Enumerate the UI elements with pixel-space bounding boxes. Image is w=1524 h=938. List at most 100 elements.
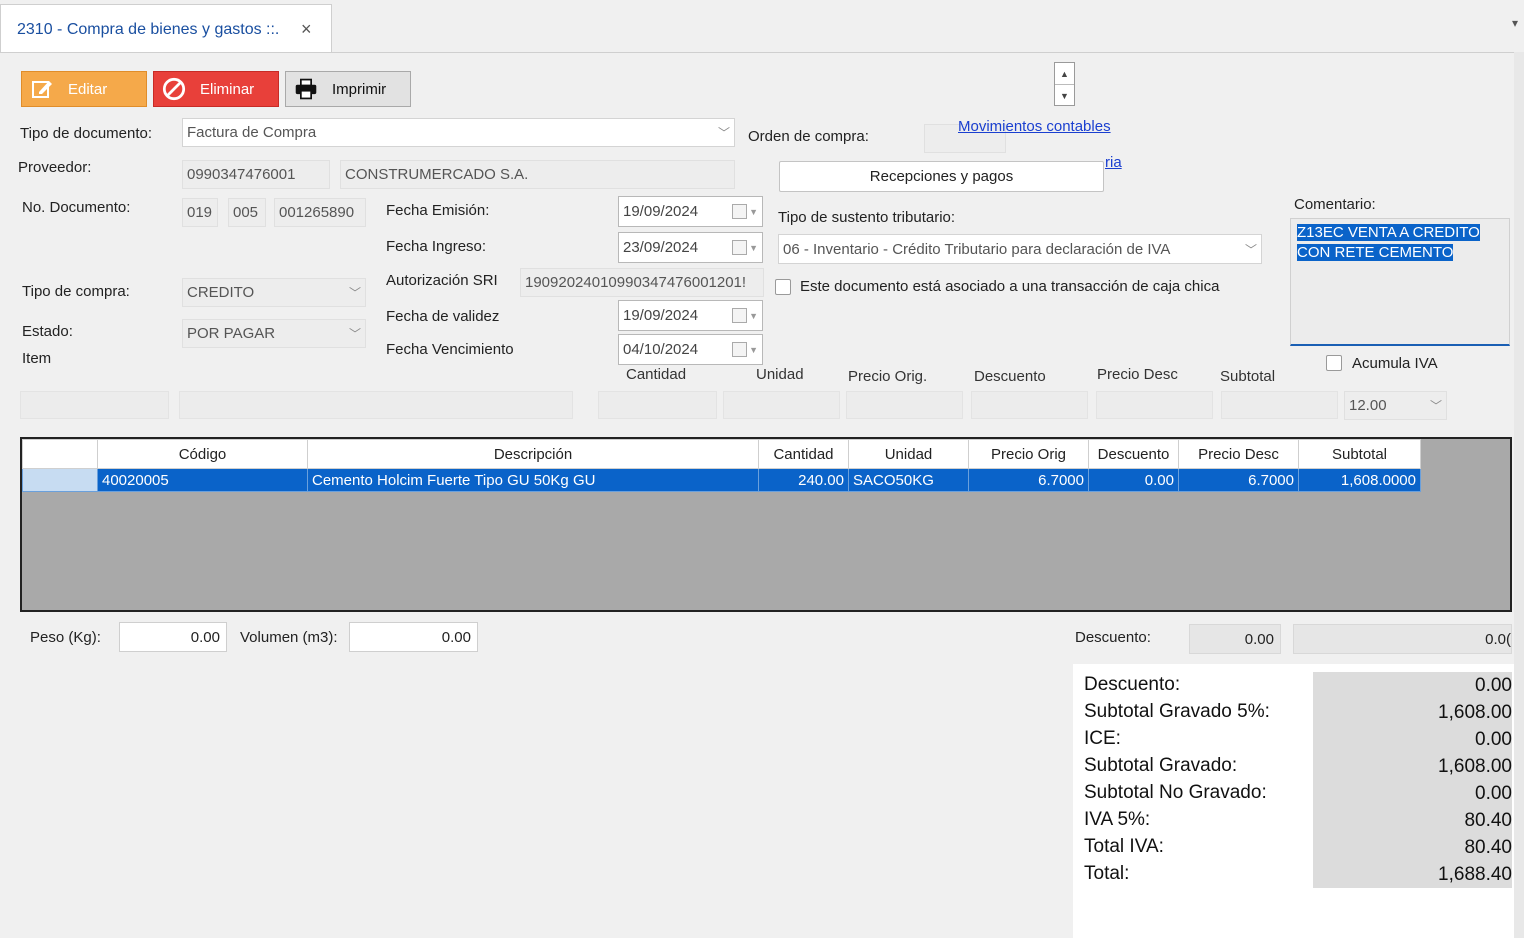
- delete-label: Eliminar: [200, 80, 255, 98]
- chevron-down-icon: ﹀: [348, 286, 361, 300]
- cell-descripcion[interactable]: Cemento Holcim Fuerte Tipo GU 50Kg GU: [307, 468, 759, 492]
- tab-compra[interactable]: 2310 - Compra de bienes y gastos ::. ×: [0, 4, 332, 52]
- item-descuento-input[interactable]: [971, 391, 1088, 419]
- grid-header-cantidad[interactable]: Cantidad: [758, 439, 849, 469]
- acumula-iva-checkbox[interactable]: [1326, 355, 1342, 371]
- close-icon[interactable]: ×: [301, 19, 312, 40]
- volumen-input[interactable]: 0.00: [349, 622, 478, 652]
- row-selector[interactable]: [22, 468, 98, 492]
- calendar-icon[interactable]: ▼: [732, 240, 758, 255]
- fecha-ingreso-picker[interactable]: 23/09/2024 ▼: [618, 232, 763, 263]
- table-row[interactable]: 40020005 Cemento Holcim Fuerte Tipo GU 5…: [22, 468, 1421, 492]
- sustento-value: 06 - Inventario - Crédito Tributario par…: [783, 240, 1171, 258]
- caja-chica-checkbox[interactable]: [775, 279, 791, 295]
- grid-header-precio-desc[interactable]: Precio Desc: [1178, 439, 1299, 469]
- totals-value: 0.00: [1313, 672, 1512, 699]
- fecha-vencimiento-picker[interactable]: 04/10/2024 ▼: [618, 334, 763, 365]
- estado-select[interactable]: POR PAGAR ﹀: [182, 319, 366, 348]
- tipo-compra-value: CREDITO: [187, 284, 255, 301]
- item-col-subtotal: Subtotal: [1220, 368, 1276, 385]
- proveedor-nombre-value: CONSTRUMERCADO S.A.: [345, 166, 529, 183]
- fecha-ingreso-value: 23/09/2024: [623, 239, 699, 256]
- item-col-precio-orig: Precio Orig.: [848, 368, 928, 385]
- item-subtotal-input[interactable]: [1221, 391, 1338, 419]
- chevron-down-icon: ﹀: [1244, 242, 1257, 257]
- spin-down-icon[interactable]: ▼: [1055, 85, 1074, 106]
- tipo-compra-select[interactable]: CREDITO ﹀: [182, 278, 366, 307]
- edit-button[interactable]: Editar: [21, 71, 147, 107]
- recepciones-pagos-button[interactable]: Recepciones y pagos: [779, 161, 1104, 192]
- autorizacion-value: 19092024010990347476001201!: [525, 274, 747, 291]
- totals-row: Descuento: 0.00: [1073, 672, 1524, 699]
- cell-precio-orig[interactable]: 6.7000: [968, 468, 1089, 492]
- fecha-ingreso-label: Fecha Ingreso:: [386, 238, 487, 255]
- orden-compra-label: Orden de compra:: [748, 128, 869, 145]
- item-precio-desc-input[interactable]: [1096, 391, 1213, 419]
- grid-header-precio-orig[interactable]: Precio Orig: [968, 439, 1089, 469]
- chevron-down-icon: ﹀: [348, 327, 361, 341]
- calendar-icon[interactable]: ▼: [732, 342, 758, 357]
- auditoria-link[interactable]: ria: [1105, 154, 1122, 171]
- spin-up-icon[interactable]: ▲: [1055, 63, 1074, 85]
- totals-row: Total IVA: 80.40: [1073, 834, 1524, 861]
- totals-label: Descuento:: [1084, 674, 1181, 695]
- comentario-textarea[interactable]: Z13EC VENTA A CREDITO CON RETE CEMENTO: [1290, 218, 1510, 346]
- fecha-emision-picker[interactable]: 19/09/2024 ▼: [618, 196, 763, 227]
- edit-icon: [30, 77, 54, 101]
- grid-header-descuento[interactable]: Descuento: [1088, 439, 1179, 469]
- grid-header-subtotal[interactable]: Subtotal: [1298, 439, 1421, 469]
- cell-unidad[interactable]: SACO50KG: [848, 468, 969, 492]
- item-precio-orig-input[interactable]: [846, 391, 963, 419]
- estado-label: Estado:: [22, 323, 73, 340]
- acumula-iva-label: Acumula IVA: [1352, 355, 1438, 372]
- chevron-down-icon: ﹀: [717, 126, 730, 140]
- record-spinner[interactable]: ▲ ▼: [1054, 62, 1075, 106]
- totals-value: 1,608.00: [1313, 753, 1512, 780]
- fecha-emision-label: Fecha Emisión:: [386, 202, 490, 219]
- item-unidad-input[interactable]: [723, 391, 840, 419]
- item-description-input[interactable]: [179, 391, 573, 419]
- iva-rate-select[interactable]: 12.00 ﹀: [1344, 391, 1447, 420]
- item-col-unidad: Unidad: [756, 366, 804, 383]
- totals-label: Subtotal No Gravado:: [1084, 782, 1267, 803]
- fecha-validez-picker[interactable]: 19/09/2024 ▼: [618, 300, 763, 331]
- tab-dropdown-icon[interactable]: ▾: [1512, 16, 1518, 30]
- totals-row: Subtotal Gravado 5%: 1,608.00: [1073, 699, 1524, 726]
- item-cantidad-input[interactable]: [598, 391, 717, 419]
- cell-precio-desc[interactable]: 6.7000: [1178, 468, 1299, 492]
- tipo-compra-label: Tipo de compra:: [22, 283, 130, 300]
- calendar-icon[interactable]: ▼: [732, 308, 758, 323]
- fecha-validez-label: Fecha de validez: [386, 308, 500, 325]
- descuento-label: Descuento:: [1075, 629, 1151, 646]
- iva-rate-value: 12.00: [1349, 397, 1387, 414]
- grid-header-codigo[interactable]: Código: [97, 439, 308, 469]
- grid-header-unidad[interactable]: Unidad: [848, 439, 969, 469]
- delete-button[interactable]: Eliminar: [153, 71, 279, 107]
- vertical-scrollbar[interactable]: [1514, 52, 1524, 938]
- cell-descuento[interactable]: 0.00: [1088, 468, 1179, 492]
- items-grid[interactable]: Código Descripción Cantidad Unidad Preci…: [20, 437, 1512, 612]
- totals-row: IVA 5%: 80.40: [1073, 807, 1524, 834]
- item-col-cantidad: Cantidad: [626, 366, 687, 383]
- print-button[interactable]: Imprimir: [285, 71, 411, 107]
- tipo-documento-label: Tipo de documento:: [20, 125, 153, 142]
- item-col-precio-desc: Precio Desc: [1097, 366, 1178, 383]
- descuento-field[interactable]: 0.00: [1189, 624, 1281, 654]
- totals-panel: Descuento: 0.00 Subtotal Gravado 5%: 1,608…: [1073, 664, 1524, 938]
- totals-value: 80.40: [1313, 807, 1512, 834]
- cell-cantidad[interactable]: 240.00: [758, 468, 849, 492]
- descuento-total-field: 0.0(: [1293, 624, 1512, 654]
- calendar-icon[interactable]: ▼: [732, 204, 758, 219]
- caja-chica-label: Este documento está asociado a una trans…: [800, 278, 1220, 295]
- peso-input[interactable]: 0.00: [119, 622, 227, 652]
- cell-codigo[interactable]: 40020005: [97, 468, 308, 492]
- sustento-select[interactable]: 06 - Inventario - Crédito Tributario par…: [778, 234, 1262, 264]
- cell-subtotal[interactable]: 1,608.0000: [1298, 468, 1421, 492]
- movimientos-contables-link[interactable]: Movimientos contables: [958, 118, 1111, 135]
- item-code-input[interactable]: [20, 391, 169, 419]
- tipo-documento-value: Factura de Compra: [187, 124, 317, 141]
- totals-value: 0.00: [1313, 780, 1512, 807]
- tipo-documento-select[interactable]: Factura de Compra ﹀: [182, 118, 735, 147]
- grid-header-descripcion[interactable]: Descripción: [307, 439, 759, 469]
- totals-label: IVA 5%:: [1084, 809, 1151, 830]
